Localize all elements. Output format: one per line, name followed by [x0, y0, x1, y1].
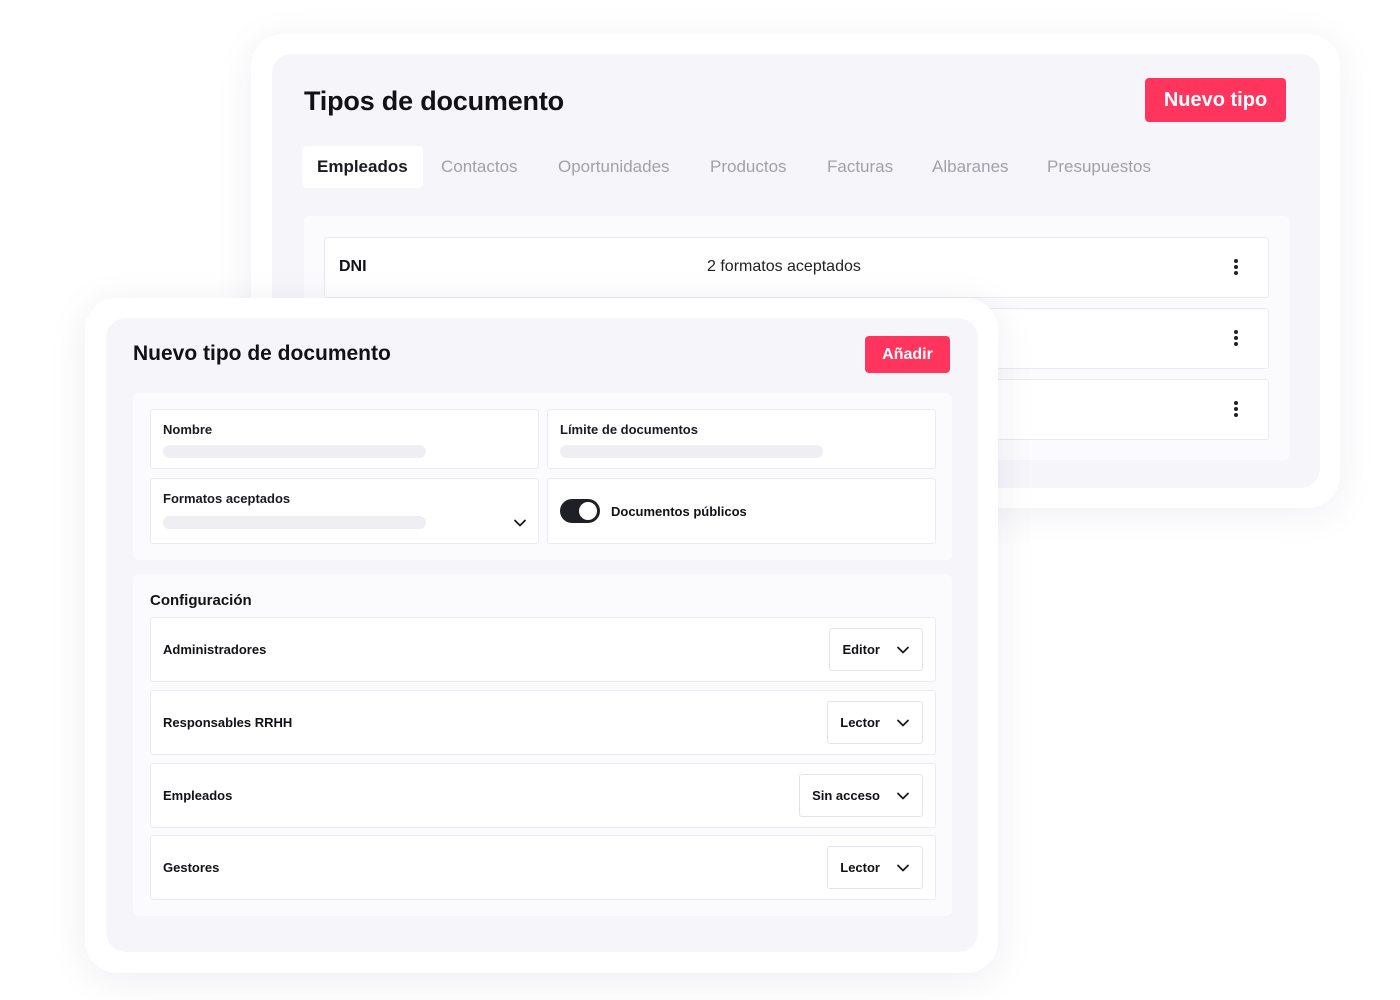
name-input-placeholder[interactable]: [163, 445, 426, 458]
role-label: Administradores: [163, 642, 267, 657]
permission-value: Sin acceso: [812, 788, 880, 803]
chevron-down-icon: [896, 716, 910, 730]
tab-albaranes[interactable]: Albaranes: [917, 146, 1024, 188]
new-type-button[interactable]: Nuevo tipo: [1145, 78, 1286, 122]
more-vertical-icon[interactable]: [1234, 330, 1238, 346]
public-documents-label: Documentos públicos: [611, 504, 747, 519]
name-field-label: Nombre: [163, 422, 213, 437]
document-type-name: DNI: [339, 258, 367, 275]
document-limit-field[interactable]: Límite de documentos: [547, 409, 936, 469]
role-label: Responsables RRHH: [163, 715, 293, 730]
chevron-down-icon: [896, 643, 910, 657]
add-button[interactable]: Añadir: [865, 336, 950, 373]
document-limit-input-placeholder[interactable]: [560, 445, 823, 458]
accepted-formats-select[interactable]: Formatos aceptados: [150, 478, 539, 544]
tab-oportunidades[interactable]: Oportunidades: [543, 146, 685, 188]
public-documents-toggle[interactable]: [560, 499, 600, 523]
role-label: Empleados: [163, 788, 233, 803]
permission-select[interactable]: Editor: [829, 628, 923, 671]
accepted-formats-value-placeholder: [163, 516, 426, 529]
chevron-down-icon: [896, 861, 910, 875]
more-vertical-icon[interactable]: [1234, 401, 1238, 417]
tab-contactos[interactable]: Contactos: [426, 146, 533, 188]
list-item[interactable]: DNI 2 formatos aceptados: [324, 237, 1269, 298]
accepted-formats-count: 2 formatos aceptados: [707, 258, 861, 275]
page-title: Tipos de documento: [304, 86, 564, 116]
tab-presupuestos[interactable]: Presupuestos: [1032, 146, 1166, 188]
role-label: Gestores: [163, 860, 220, 875]
permission-row-empleados: Empleados Sin acceso: [150, 763, 936, 828]
permission-select[interactable]: Lector: [827, 846, 923, 889]
name-field[interactable]: Nombre: [150, 409, 539, 469]
document-limit-label: Límite de documentos: [560, 422, 698, 437]
chevron-down-icon[interactable]: [513, 516, 527, 530]
permission-row-administradores: Administradores Editor: [150, 617, 936, 682]
tab-productos[interactable]: Productos: [695, 146, 802, 188]
configuration-title: Configuración: [150, 592, 252, 609]
permission-row-responsables-rrhh: Responsables RRHH Lector: [150, 690, 936, 755]
chevron-down-icon: [896, 789, 910, 803]
modal-title: Nuevo tipo de documento: [133, 342, 391, 365]
permission-value: Lector: [840, 715, 880, 730]
permission-select[interactable]: Sin acceso: [799, 774, 923, 817]
public-documents-field: Documentos públicos: [547, 478, 936, 544]
accepted-formats-label: Formatos aceptados: [163, 491, 291, 506]
tab-empleados[interactable]: Empleados: [302, 146, 423, 188]
tab-facturas[interactable]: Facturas: [812, 146, 908, 188]
permission-select[interactable]: Lector: [827, 701, 923, 744]
more-vertical-icon[interactable]: [1234, 259, 1238, 275]
permission-value: Lector: [840, 860, 880, 875]
permission-value: Editor: [842, 642, 880, 657]
permission-row-gestores: Gestores Lector: [150, 835, 936, 900]
